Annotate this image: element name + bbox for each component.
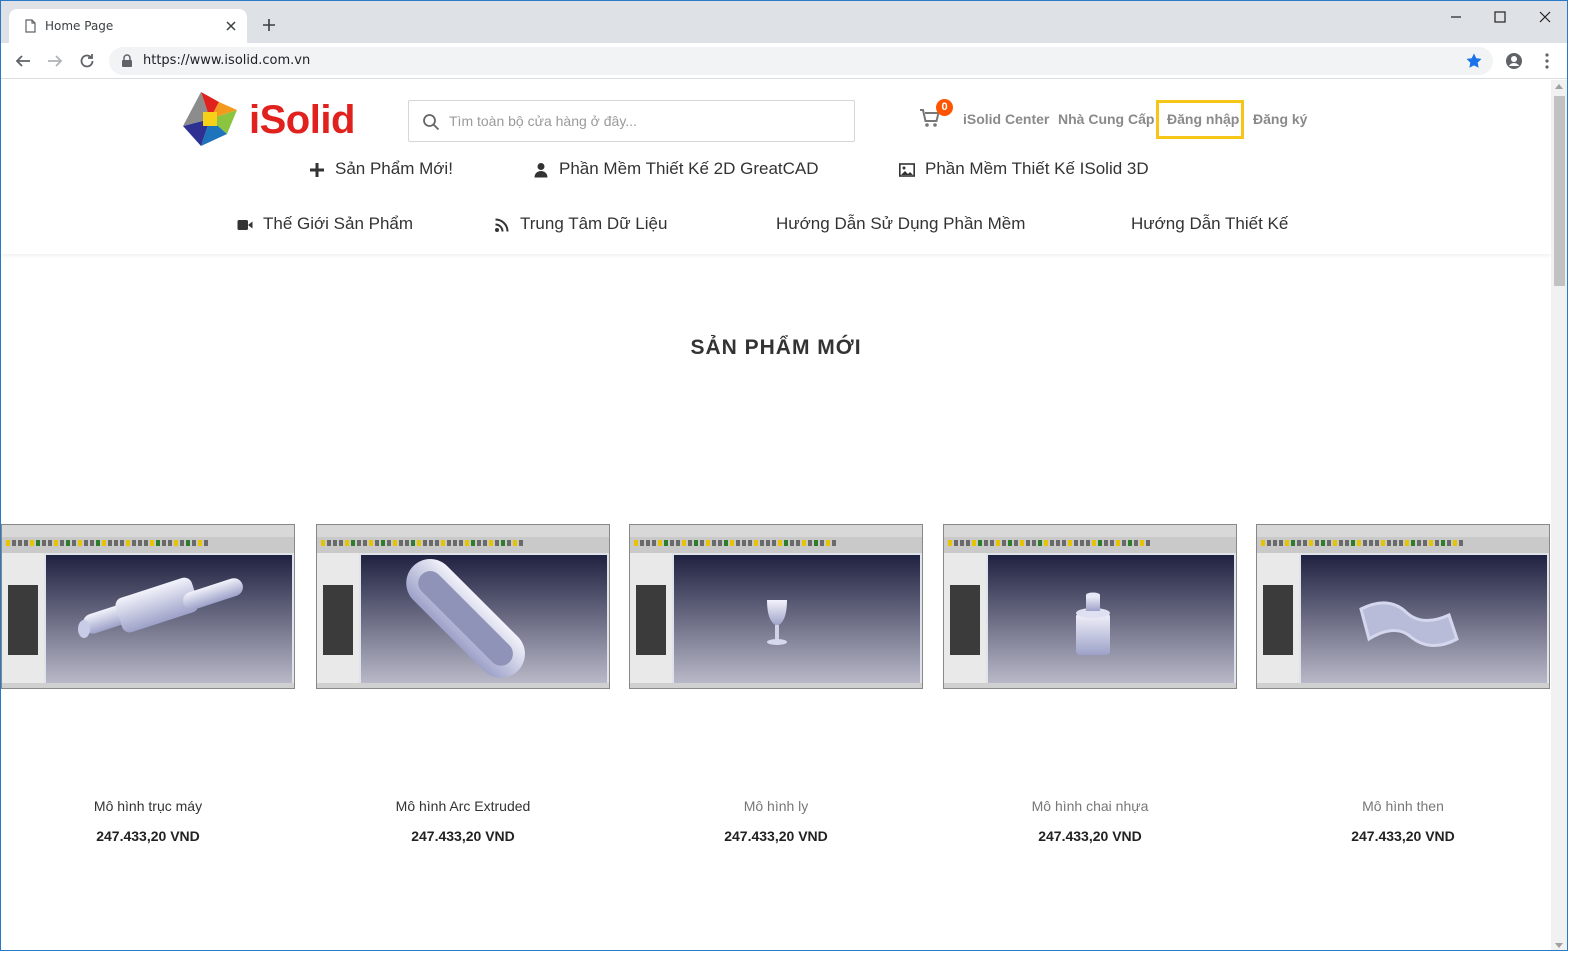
new-tab-icon[interactable]: [261, 17, 277, 33]
page-content: iSolid 0 iSolid Center Nhà Cung Cấp Đăng…: [1, 80, 1551, 950]
section-title: SẢN PHẨM MỚI: [690, 336, 862, 359]
document-icon: [25, 19, 36, 33]
brand-name: iSolid: [249, 98, 355, 142]
minimize-icon[interactable]: [1446, 7, 1466, 27]
plus-icon: [310, 162, 324, 177]
menu-label: Sản Phẩm Mới!: [335, 159, 453, 178]
rss-icon: [495, 218, 509, 232]
search-icon[interactable]: [422, 113, 440, 131]
bookmark-star-icon[interactable]: [1465, 52, 1483, 70]
lock-icon: [122, 54, 132, 67]
browser-toolbar: https://www.isolid.com.vn: [1, 43, 1567, 79]
register-link[interactable]: Đăng ký: [1253, 111, 1307, 127]
product-price: 247.433,20 VND: [1038, 828, 1142, 844]
product-name[interactable]: Mô hình chai nhựa: [943, 798, 1237, 814]
product-name[interactable]: Mô hình then: [1256, 798, 1550, 814]
maximize-icon[interactable]: [1490, 7, 1510, 27]
browser-tab[interactable]: Home Page: [9, 9, 247, 43]
user-icon: [534, 162, 548, 178]
login-link[interactable]: Đăng nhập: [1167, 111, 1239, 127]
menu-data-center[interactable]: Trung Tâm Dữ Liệu: [494, 214, 667, 234]
scroll-down-arrow[interactable]: [1555, 943, 1563, 948]
forward-icon[interactable]: [46, 52, 64, 70]
product-image[interactable]: [629, 524, 923, 689]
product-image[interactable]: [1256, 524, 1550, 689]
product-name[interactable]: Mô hình Arc Extruded: [316, 798, 610, 814]
address-bar[interactable]: https://www.isolid.com.vn: [109, 47, 1493, 75]
menu-label: Thế Giới Sản Phẩm: [263, 214, 414, 233]
isolid-center-link[interactable]: iSolid Center: [963, 111, 1049, 127]
product-image[interactable]: [943, 524, 1237, 689]
close-tab-icon[interactable]: [223, 18, 239, 34]
menu-label: Phần Mềm Thiết Kế 2D GreatCAD: [559, 159, 819, 178]
search-input[interactable]: [449, 107, 844, 135]
menu-new-products[interactable]: Sản Phẩm Mới!: [309, 159, 453, 179]
suppliers-link[interactable]: Nhà Cung Cấp: [1058, 111, 1154, 127]
menu-dots-icon[interactable]: [1538, 52, 1556, 70]
tab-title: Home Page: [45, 19, 114, 33]
video-icon: [237, 219, 253, 230]
product-price: 247.433,20 VND: [1351, 828, 1455, 844]
browser-window: Home Page https://www.isolid.com.vn iSol…: [0, 0, 1568, 951]
product-price: 247.433,20 VND: [724, 828, 828, 844]
page-scrollbar[interactable]: [1551, 80, 1567, 950]
menu-label: Phần Mềm Thiết Kế ISolid 3D: [925, 159, 1149, 178]
product-name[interactable]: Mô hình trục máy: [1, 798, 295, 814]
account-icon[interactable]: [1505, 52, 1523, 70]
reload-icon[interactable]: [78, 52, 96, 70]
tab-strip: Home Page: [1, 1, 1567, 43]
product-price: 247.433,20 VND: [411, 828, 515, 844]
close-window-icon[interactable]: [1535, 7, 1555, 27]
menu-design-guide[interactable]: Hướng Dẫn Thiết Kế: [1131, 214, 1288, 234]
menu-software-guide[interactable]: Hướng Dẫn Sử Dụng Phần Mềm: [776, 214, 1025, 234]
site-header: iSolid 0 iSolid Center Nhà Cung Cấp Đăng…: [1, 80, 1551, 254]
url-text: https://www.isolid.com.vn: [143, 53, 311, 68]
image-icon: [899, 162, 915, 177]
scrollbar-thumb[interactable]: [1554, 96, 1565, 286]
product-image[interactable]: [316, 524, 610, 689]
site-logo[interactable]: iSolid: [181, 90, 361, 148]
menu-isolid-3d[interactable]: Phần Mềm Thiết Kế ISolid 3D: [899, 159, 1149, 179]
cart-count-badge: 0: [936, 99, 953, 116]
product-name[interactable]: Mô hình ly: [629, 798, 923, 814]
scroll-up-arrow[interactable]: [1555, 84, 1563, 89]
back-icon[interactable]: [14, 52, 32, 70]
menu-greatcad[interactable]: Phần Mềm Thiết Kế 2D GreatCAD: [533, 159, 819, 179]
menu-product-world[interactable]: Thế Giới Sản Phẩm: [237, 214, 413, 234]
search-box: [408, 100, 855, 142]
product-image[interactable]: [1, 524, 295, 689]
menu-label: Trung Tâm Dữ Liệu: [520, 214, 668, 233]
product-price: 247.433,20 VND: [96, 828, 200, 844]
logo-star-icon: [183, 92, 237, 146]
